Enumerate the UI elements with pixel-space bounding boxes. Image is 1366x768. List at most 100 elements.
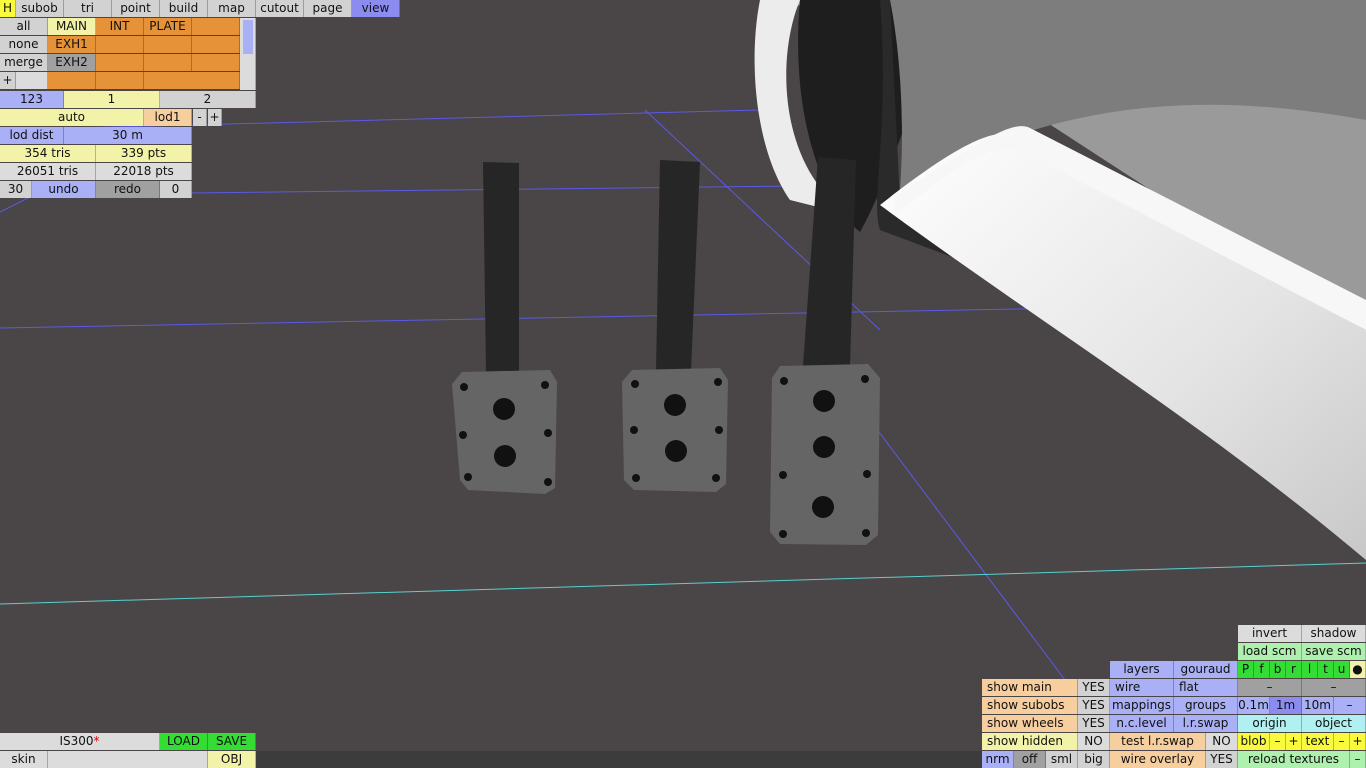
invert-button[interactable]: invert [1238, 625, 1302, 642]
wire-overlay-label[interactable]: wire overlay [1110, 751, 1206, 768]
layer-none-button[interactable]: none [0, 36, 48, 53]
layer-slot[interactable] [144, 36, 192, 53]
test-lr-swap-label[interactable]: test l.r.swap [1110, 733, 1206, 750]
total-pts-count: 22018 pts [96, 163, 192, 180]
save-button[interactable]: SAVE [208, 733, 256, 750]
wire-mode[interactable]: wire [1110, 679, 1174, 696]
layers-scrollbar[interactable] [240, 18, 256, 90]
normals-sml[interactable]: sml [1046, 751, 1078, 768]
layer-plate[interactable]: PLATE [144, 18, 192, 35]
show-hidden-label[interactable]: show hidden [982, 733, 1078, 750]
layer-slot[interactable] [96, 36, 144, 53]
load-scm-button[interactable]: load scm [1238, 643, 1302, 660]
nc-level-mode[interactable]: n.c.level [1110, 715, 1174, 732]
obj-button[interactable]: OBJ [208, 751, 256, 768]
blob-plus-button[interactable]: + [1286, 733, 1302, 750]
skin-field[interactable] [48, 751, 208, 768]
layer-slot[interactable] [48, 72, 96, 89]
dash-left[interactable]: – [1238, 679, 1302, 696]
mappings-mode[interactable]: mappings [1110, 697, 1174, 714]
flag-r[interactable]: r [1286, 661, 1302, 678]
shadow-button[interactable]: shadow [1302, 625, 1366, 642]
flag-f[interactable]: f [1254, 661, 1270, 678]
reload-minus-button[interactable]: – [1350, 751, 1366, 768]
flag-dot-icon[interactable]: ● [1350, 661, 1366, 678]
toolbar-page[interactable]: page [304, 0, 352, 17]
layer-slot[interactable] [192, 18, 240, 35]
layer-main[interactable]: MAIN [48, 18, 96, 35]
show-main-value[interactable]: YES [1078, 679, 1110, 696]
layer-exh2[interactable]: EXH2 [48, 54, 96, 71]
scale-minus[interactable]: – [1334, 697, 1366, 714]
page-2[interactable]: 2 [160, 91, 256, 108]
gouraud-mode[interactable]: gouraud [1174, 661, 1238, 678]
dash-right[interactable]: – [1302, 679, 1366, 696]
layer-merge-button[interactable]: merge [0, 54, 48, 71]
normals-big[interactable]: big [1078, 751, 1110, 768]
layer-int[interactable]: INT [96, 18, 144, 35]
lod-minus-button[interactable]: - [193, 109, 207, 126]
file-name[interactable]: IS300* [0, 733, 160, 750]
layer-add-button[interactable]: + [0, 72, 16, 89]
show-subobs-label[interactable]: show subobs [982, 697, 1078, 714]
layer-slot[interactable] [144, 54, 192, 71]
page-123[interactable]: 123 [0, 91, 64, 108]
reload-textures-button[interactable]: reload textures [1238, 751, 1350, 768]
layer-slot[interactable] [16, 72, 48, 89]
scale-1m[interactable]: 1m [1270, 697, 1302, 714]
load-button[interactable]: LOAD [160, 733, 208, 750]
save-scm-button[interactable]: save scm [1302, 643, 1366, 660]
lod-dist-value[interactable]: 30 m [64, 127, 192, 144]
total-tris-count: 26051 tris [0, 163, 96, 180]
lod-mode[interactable]: auto [0, 109, 144, 126]
toolbar-cutout[interactable]: cutout [256, 0, 304, 17]
lr-swap-mode[interactable]: l.r.swap [1174, 715, 1238, 732]
layers-mode[interactable]: layers [1110, 661, 1174, 678]
show-wheels-value[interactable]: YES [1078, 715, 1110, 732]
flag-u[interactable]: u [1334, 661, 1350, 678]
layer-slot[interactable] [96, 54, 144, 71]
toolbar-map[interactable]: map [208, 0, 256, 17]
flat-mode[interactable]: flat [1174, 679, 1238, 696]
flag-t[interactable]: t [1318, 661, 1334, 678]
origin-button[interactable]: origin [1238, 715, 1302, 732]
flag-p[interactable]: P [1238, 661, 1254, 678]
flag-l[interactable]: l [1302, 661, 1318, 678]
scrollbar-thumb[interactable] [243, 20, 253, 54]
scale-0-1m[interactable]: 0.1m [1238, 697, 1270, 714]
wire-overlay-value[interactable]: YES [1206, 751, 1238, 768]
scale-10m[interactable]: 10m [1302, 697, 1334, 714]
text-minus-button[interactable]: – [1334, 733, 1350, 750]
groups-mode[interactable]: groups [1174, 697, 1238, 714]
lod-name[interactable]: lod1 [144, 109, 192, 126]
test-lr-swap-value[interactable]: NO [1206, 733, 1238, 750]
blob-minus-button[interactable]: – [1270, 733, 1286, 750]
toolbar-h[interactable]: H [0, 0, 16, 17]
normals-label: nrm [982, 751, 1014, 768]
toolbar-tri[interactable]: tri [64, 0, 112, 17]
page-1[interactable]: 1 [64, 91, 160, 108]
object-button[interactable]: object [1302, 715, 1366, 732]
redo-button[interactable]: redo [96, 181, 160, 198]
normals-off[interactable]: off [1014, 751, 1046, 768]
redo-count: 0 [160, 181, 192, 198]
undo-button[interactable]: undo [32, 181, 96, 198]
layer-slot[interactable] [192, 36, 240, 53]
layer-slot[interactable] [192, 54, 240, 71]
toolbar-subob[interactable]: subob [16, 0, 64, 17]
show-wheels-label[interactable]: show wheels [982, 715, 1078, 732]
text-plus-button[interactable]: + [1350, 733, 1366, 750]
flag-b[interactable]: b [1270, 661, 1286, 678]
bottom-strip [256, 751, 982, 768]
toolbar-point[interactable]: point [112, 0, 160, 17]
show-hidden-value[interactable]: NO [1078, 733, 1110, 750]
layer-exh1[interactable]: EXH1 [48, 36, 96, 53]
layer-all-button[interactable]: all [0, 18, 48, 35]
show-main-label[interactable]: show main [982, 679, 1078, 696]
layer-slot[interactable] [144, 72, 240, 89]
layer-slot[interactable] [96, 72, 144, 89]
toolbar-view[interactable]: view [352, 0, 400, 17]
lod-plus-button[interactable]: + [208, 109, 222, 126]
show-subobs-value[interactable]: YES [1078, 697, 1110, 714]
toolbar-build[interactable]: build [160, 0, 208, 17]
